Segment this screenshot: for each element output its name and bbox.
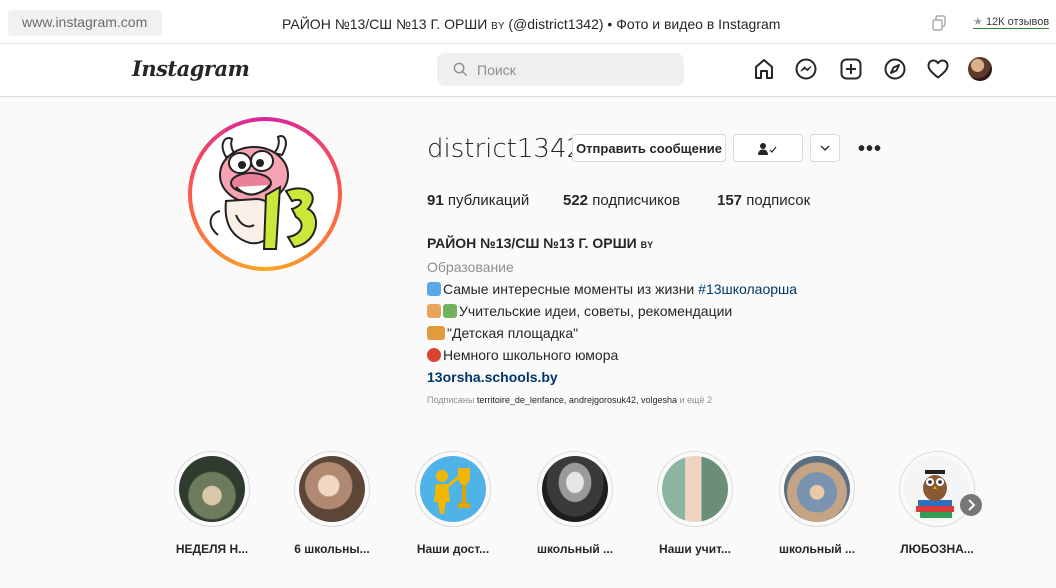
abacus-emoji-icon: [427, 282, 441, 296]
highlight-ring: [294, 451, 370, 527]
following-count[interactable]: 157 подписок: [717, 192, 810, 209]
highlight-ring: [657, 451, 733, 527]
stat-number: 157: [717, 192, 743, 209]
full-name-country: BY: [640, 240, 654, 250]
highlight-label: ЛЮБОЗНА...: [900, 542, 974, 556]
reviews-link[interactable]: ★ 12К отзывов: [973, 15, 1050, 29]
highlight-label: 6 школьны...: [294, 542, 370, 556]
search-box[interactable]: [437, 53, 684, 86]
copy-icon[interactable]: [930, 14, 948, 32]
highlight-label: Наши учит...: [659, 542, 731, 556]
highlight-cover: [542, 456, 608, 522]
highlight-label: Наши дост...: [416, 542, 490, 556]
highlight-cover: [420, 456, 486, 522]
suggestions-dropdown-button[interactable]: [810, 134, 840, 162]
instagram-header: Instagram: [0, 44, 1056, 97]
bio-line-text: Учительские идеи, советы, рекомендации: [459, 303, 733, 319]
highlight-label: НЕДЕЛЯ Н...: [175, 542, 249, 556]
following-button[interactable]: [733, 134, 803, 162]
more-options-button[interactable]: •••: [858, 138, 882, 161]
reviews-count: 12К отзывов: [985, 16, 1050, 28]
profile-category: Образование: [427, 259, 514, 275]
bio-line-text: Самые интересные моменты из жизни: [443, 281, 695, 297]
stat-label: подписчиков: [588, 192, 681, 209]
story-highlight[interactable]: 6 школьны...: [294, 451, 370, 556]
new-post-icon[interactable]: [839, 57, 863, 81]
avatar-image: [196, 125, 334, 263]
profile-full-name: РАЙОН №13/СШ №13 Г. ОРШИ BY: [427, 232, 927, 256]
stat-label: публикаций: [443, 192, 530, 209]
search-input[interactable]: [477, 53, 667, 86]
full-name-text: РАЙОН №13/СШ №13 Г. ОРШИ: [427, 235, 641, 251]
story-highlight[interactable]: школьный ...: [537, 451, 613, 556]
children-emoji-icon: [427, 326, 445, 340]
website-link[interactable]: 13orsha.schools.by: [427, 366, 927, 388]
instagram-logo[interactable]: Instagram: [132, 56, 250, 81]
profile-bio: РАЙОН №13/СШ №13 Г. ОРШИ BY Образование …: [427, 232, 927, 388]
bio-line: Немного школьного юмора: [427, 344, 927, 366]
highlight-label: школьный ...: [778, 542, 856, 556]
address-bar[interactable]: www.instagram.com: [8, 10, 162, 36]
highlight-cover: [299, 456, 365, 522]
user-check-icon: [758, 143, 777, 155]
bio-line: "Детская площадка": [427, 322, 927, 344]
highlight-ring: [174, 451, 250, 527]
page-title-rest: (@district1342) • Фото и видео в Instagr…: [504, 16, 781, 32]
user-avatar[interactable]: [968, 57, 992, 81]
story-highlight[interactable]: Наши дост...: [415, 451, 491, 556]
stat-number: 522: [563, 192, 589, 209]
highlight-ring: [415, 451, 491, 527]
highlight-ring: [779, 451, 855, 527]
highlight-label: школьный ...: [536, 542, 614, 556]
teacher-emoji-icon: [443, 304, 457, 318]
followed-by[interactable]: Подписаны territoire_de_lenfance, andrej…: [427, 395, 712, 405]
hashtag-link[interactable]: #13школаорша: [698, 278, 797, 300]
chevron-down-icon: [820, 145, 830, 151]
teacher-emoji-icon: [427, 304, 441, 318]
devil-emoji-icon: [427, 348, 441, 362]
page-title-main: РАЙОН №13/СШ №13 Г. ОРШИ: [282, 16, 492, 32]
star-icon: ★: [973, 16, 983, 28]
followed-suffix: и ещё 2: [677, 395, 712, 405]
messenger-icon[interactable]: [794, 57, 818, 81]
next-highlights-button[interactable]: [960, 494, 982, 516]
heart-icon[interactable]: [926, 57, 950, 81]
followers-count[interactable]: 522 подписчиков: [563, 192, 680, 209]
explore-icon[interactable]: [883, 57, 907, 81]
trophy-figure-icon: [434, 468, 470, 514]
highlight-cover: [179, 456, 245, 522]
bio-line-text: "Детская площадка": [447, 325, 579, 341]
followed-names: territoire_de_lenfance, andrejgorosuk42,…: [476, 395, 678, 405]
story-highlight[interactable]: НЕДЕЛЯ Н...: [174, 451, 250, 556]
avatar-border: [192, 121, 338, 267]
highlight-ring: [537, 451, 613, 527]
browser-bar: www.instagram.com РАЙОН №13/СШ №13 Г. ОР…: [0, 0, 1056, 44]
story-highlight[interactable]: школьный ...: [779, 451, 855, 556]
followed-prefix: Подписаны: [427, 395, 477, 405]
posts-count: 91 публикаций: [427, 192, 529, 209]
bio-line: Учительские идеи, советы, рекомендации: [427, 300, 927, 322]
stat-label: подписок: [742, 192, 811, 209]
page-title-country: BY: [491, 21, 505, 32]
highlight-cover: [662, 456, 728, 522]
highlight-cover: [784, 456, 850, 522]
send-message-button[interactable]: Отправить сообщение: [572, 134, 726, 162]
bio-line: Самые интересные моменты из жизни #13шко…: [427, 278, 927, 300]
stat-number: 91: [427, 192, 444, 209]
page-title: РАЙОН №13/СШ №13 Г. ОРШИ BY (@district13…: [282, 16, 780, 32]
bio-line-text: Немного школьного юмора: [443, 347, 619, 363]
profile-username: district1342: [427, 134, 584, 164]
profile-avatar[interactable]: [188, 117, 342, 271]
home-icon[interactable]: [752, 57, 776, 81]
mascot-illustration: [196, 125, 334, 263]
chevron-right-icon: [968, 499, 976, 511]
story-highlight[interactable]: Наши учит...: [657, 451, 733, 556]
search-icon: [453, 62, 468, 77]
